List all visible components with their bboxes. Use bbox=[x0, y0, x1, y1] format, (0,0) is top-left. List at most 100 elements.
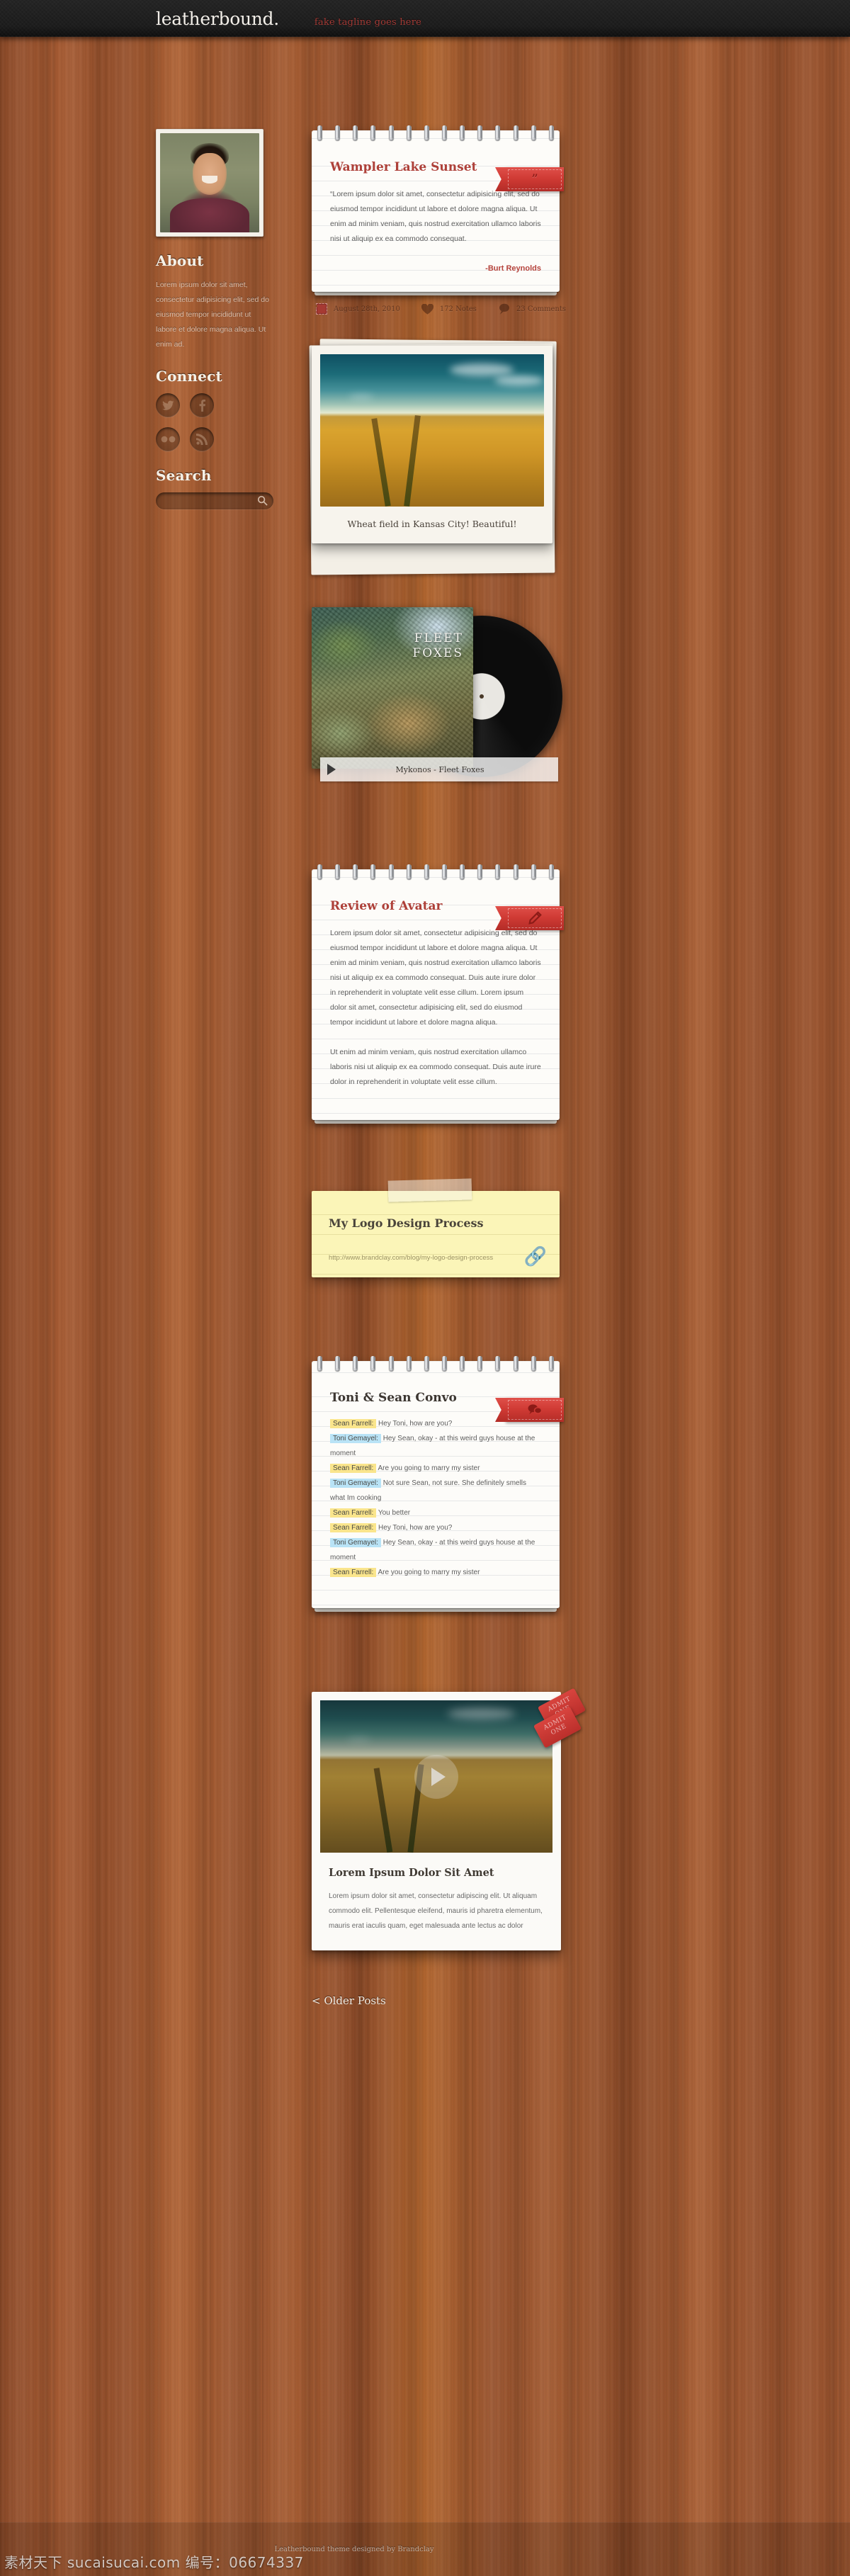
chat-line: Sean Farrell: Are you going to marry my … bbox=[330, 1565, 541, 1580]
spiral-ring bbox=[353, 125, 358, 140]
connect-heading: Connect bbox=[156, 368, 222, 385]
twitter-icon[interactable] bbox=[156, 393, 180, 417]
link-chain-icon: 🔗 bbox=[523, 1246, 547, 1267]
search-icon bbox=[257, 495, 268, 506]
spiral-ring bbox=[424, 1356, 429, 1371]
spiral-ring bbox=[424, 125, 429, 140]
chat-text: You better bbox=[378, 1509, 411, 1517]
post-photo: Wheat field in Kansas City! Beautiful! bbox=[309, 339, 694, 575]
chat-bubbles-icon bbox=[528, 1404, 543, 1415]
meta-comments-label: 23 Comments bbox=[516, 305, 566, 313]
spiral-ring bbox=[513, 864, 518, 879]
spiral-binding bbox=[317, 1356, 554, 1371]
album-band-line2: FOXES bbox=[412, 646, 463, 660]
spiral-ring bbox=[513, 125, 518, 140]
video-thumbnail[interactable] bbox=[320, 1700, 552, 1853]
spiral-ring bbox=[495, 125, 501, 140]
play-icon[interactable] bbox=[414, 1754, 458, 1799]
spiral-ring bbox=[424, 864, 429, 879]
play-icon[interactable] bbox=[327, 764, 336, 775]
photo-image bbox=[320, 354, 544, 507]
site-logo[interactable]: leatherbound. bbox=[156, 9, 279, 29]
meta-notes[interactable]: 172 Notes bbox=[421, 303, 477, 315]
post-list: ” Wampler Lake Sunset “Lorem ipsum dolor… bbox=[309, 79, 694, 2008]
quote-text: “Lorem ipsum dolor sit amet, consectetur… bbox=[330, 190, 541, 243]
page-wrapper: About Lorem ipsum dolor sit amet, consec… bbox=[156, 37, 694, 2008]
flickr-icon[interactable] bbox=[156, 427, 180, 451]
spiral-ring bbox=[388, 1356, 394, 1371]
post-chat: Toni & Sean Convo Sean Farrell: Hey Toni… bbox=[312, 1356, 694, 1612]
chat-speaker: Toni Gemayel: bbox=[330, 1434, 381, 1443]
link-title[interactable]: My Logo Design Process bbox=[312, 1211, 560, 1233]
album-band-name: FLEET FOXES bbox=[312, 631, 463, 661]
post-paragraph: Lorem ipsum dolor sit amet, consectetur … bbox=[330, 929, 541, 1027]
spiral-ring bbox=[460, 864, 465, 879]
flickr-glyph bbox=[161, 436, 175, 443]
chat-text: Are you going to marry my sister bbox=[378, 1464, 480, 1472]
chat-ribbon bbox=[506, 1398, 564, 1422]
spiral-ring bbox=[477, 864, 483, 879]
polaroid-card[interactable]: Wheat field in Kansas City! Beautiful! bbox=[312, 346, 552, 543]
spiral-ring bbox=[335, 125, 341, 140]
about-heading: About bbox=[156, 252, 204, 269]
watermark-text: 素材天下 sucaisucai.com 编号：06674337 bbox=[4, 2554, 304, 2571]
cloud-shape bbox=[348, 1736, 371, 1742]
audio-player: FLEET FOXES Mykonos - Fleet Foxes bbox=[312, 607, 567, 791]
spiral-ring bbox=[370, 1356, 376, 1371]
older-posts-link[interactable]: < Older Posts bbox=[312, 1994, 386, 2007]
spiral-ring bbox=[353, 864, 358, 879]
header-inner: leatherbound. fake tagline goes here bbox=[156, 9, 694, 29]
chat-line: Toni Gemayel: Hey Sean, okay - at this w… bbox=[330, 1431, 541, 1461]
cloud-shape bbox=[349, 393, 374, 400]
video-text: Lorem ipsum dolor sit amet, consectetur … bbox=[329, 1892, 543, 1930]
chat-speaker: Sean Farrell: bbox=[330, 1568, 377, 1577]
stamp-icon bbox=[316, 303, 327, 315]
avatar-shirt bbox=[170, 198, 249, 232]
post-meta: August 28th, 2010 172 Notes 23 Comments bbox=[312, 303, 694, 315]
rss-glyph bbox=[196, 434, 208, 445]
spiral-ring bbox=[370, 864, 376, 879]
field-track bbox=[371, 418, 391, 507]
about-text: Lorem ipsum dolor sit amet, consectetur … bbox=[156, 281, 269, 349]
album-cover: FLEET FOXES bbox=[312, 607, 473, 769]
post-audio: FLEET FOXES Mykonos - Fleet Foxes bbox=[312, 607, 694, 791]
field-track bbox=[404, 414, 421, 507]
spiral-ring bbox=[548, 125, 554, 140]
chat-text: Hey Toni, how are you? bbox=[378, 1420, 453, 1428]
rss-icon[interactable] bbox=[190, 427, 214, 451]
spiral-ring bbox=[441, 1356, 447, 1371]
spiral-ring bbox=[406, 864, 412, 879]
avatar bbox=[156, 129, 264, 237]
chat-line: Sean Farrell: You better bbox=[330, 1506, 541, 1520]
quote-ribbon: ” bbox=[506, 167, 564, 191]
meta-notes-label: 172 Notes bbox=[439, 305, 477, 313]
avatar-photo bbox=[160, 133, 259, 232]
video-title[interactable]: Lorem Ipsum Dolor Sit Amet bbox=[320, 1853, 552, 1879]
site-header: leatherbound. fake tagline goes here bbox=[0, 0, 850, 37]
heart-icon bbox=[421, 303, 434, 315]
spiral-ring bbox=[477, 1356, 483, 1371]
link-card[interactable]: My Logo Design Process http://www.brandc… bbox=[312, 1178, 560, 1277]
facebook-icon[interactable] bbox=[190, 393, 214, 417]
post-quote: ” Wampler Lake Sunset “Lorem ipsum dolor… bbox=[312, 125, 694, 315]
chat-line: Toni Gemayel: Not sure Sean, not sure. S… bbox=[330, 1476, 541, 1506]
post-video: ADMIT ONE ADMIT ONE bbox=[312, 1688, 694, 1950]
video-card-wrap: ADMIT ONE ADMIT ONE bbox=[312, 1688, 586, 1950]
search-button[interactable] bbox=[256, 495, 268, 507]
meta-comments[interactable]: 23 Comments bbox=[498, 303, 566, 315]
chat-speaker: Sean Farrell: bbox=[330, 1464, 377, 1473]
spiral-ring bbox=[317, 125, 322, 140]
spiral-ring bbox=[477, 125, 483, 140]
chat-text: Are you going to marry my sister bbox=[378, 1569, 480, 1576]
play-triangle bbox=[431, 1767, 446, 1786]
spiral-ring bbox=[531, 864, 536, 879]
spiral-ring bbox=[460, 125, 465, 140]
post-paragraph: Ut enim ad minim veniam, quis nostrud ex… bbox=[330, 1048, 541, 1086]
spiral-ring bbox=[531, 1356, 536, 1371]
video-card: Lorem Ipsum Dolor Sit Amet Lorem ipsum d… bbox=[312, 1692, 561, 1950]
link-url[interactable]: http://www.brandclay.com/blog/my-logo-de… bbox=[312, 1233, 560, 1270]
meta-date[interactable]: August 28th, 2010 bbox=[316, 303, 400, 315]
spiral-ring bbox=[335, 1356, 341, 1371]
chat-transcript: Sean Farrell: Hey Toni, how are you? Ton… bbox=[312, 1409, 560, 1580]
text-ribbon bbox=[506, 906, 564, 930]
